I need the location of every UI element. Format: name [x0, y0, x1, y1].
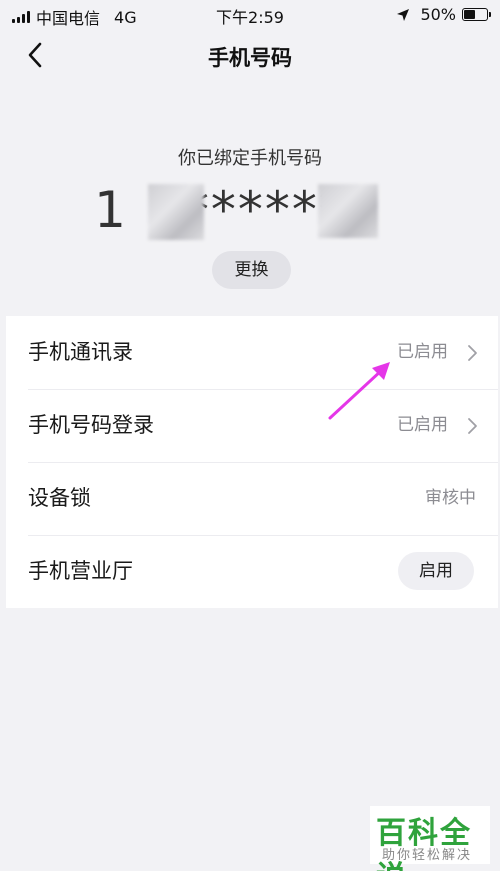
row-status: 已启用 — [397, 415, 448, 435]
status-right: 50% — [396, 5, 491, 24]
location-arrow-icon — [396, 8, 410, 22]
phone-number-first-digit: 1 — [94, 181, 128, 239]
chevron-right-icon — [468, 345, 477, 361]
battery-fill — [464, 10, 475, 19]
row-status: 已启用 — [397, 342, 448, 362]
change-number-button[interactable]: 更换 — [212, 251, 291, 289]
row-label: 手机号码登录 — [28, 413, 154, 437]
annotation-arrow-icon — [328, 362, 390, 420]
status-bar: 中国电信 4G 下午2:59 50% — [0, 0, 500, 30]
chevron-right-icon — [468, 418, 477, 434]
battery-cap — [489, 12, 491, 17]
bound-phone-label: 你已绑定手机号码 — [178, 148, 322, 169]
watermark-logo: 百科全说 助你轻松解决 — [370, 806, 490, 871]
page-title: 手机号码 — [208, 46, 292, 70]
watermark-subtitle: 助你轻松解决 — [382, 848, 473, 863]
battery-icon — [462, 8, 491, 21]
phone-number: 1 ****** — [0, 180, 500, 240]
row-label: 手机营业厅 — [28, 559, 133, 583]
nav-bar: 手机号码 — [0, 30, 500, 80]
screen: 中国电信 4G 下午2:59 50% 手机号码 你已绑定手机号码 1 ****** — [0, 0, 500, 871]
row-label: 设备锁 — [28, 486, 91, 510]
blurred-digits-left — [148, 184, 204, 240]
settings-row-phone-login[interactable]: 手机号码登录 已启用 — [6, 389, 498, 462]
settings-list: 手机通讯录 已启用 手机号码登录 已启用 设备锁 审核中 手机营业厅 启用 — [6, 316, 498, 608]
battery-percent: 50% — [420, 5, 456, 24]
row-label: 手机通讯录 — [28, 340, 133, 364]
settings-row-contacts[interactable]: 手机通讯录 已启用 — [6, 316, 498, 389]
enable-button[interactable]: 启用 — [398, 552, 474, 590]
settings-row-mobile-hall: 手机营业厅 启用 — [6, 535, 498, 608]
settings-row-device-lock[interactable]: 设备锁 审核中 — [6, 462, 498, 535]
blurred-digits-right — [318, 184, 378, 238]
row-status: 审核中 — [425, 488, 476, 508]
